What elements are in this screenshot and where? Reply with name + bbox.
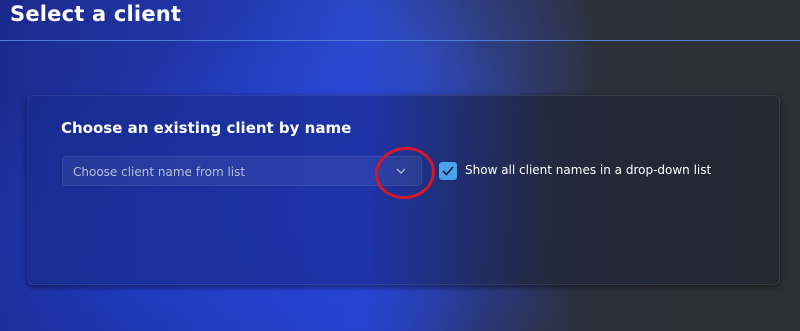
page-title: Select a client bbox=[10, 2, 182, 26]
checkmark-icon bbox=[442, 166, 454, 176]
title-divider bbox=[0, 40, 800, 41]
show-all-names-checkbox[interactable] bbox=[439, 162, 457, 180]
checkbox-label[interactable]: Show all client names in a drop-down lis… bbox=[465, 163, 711, 177]
combobox-placeholder: Choose client name from list bbox=[73, 165, 246, 179]
annotation-circle bbox=[371, 143, 439, 203]
client-selection-card: Choose an existing client by name Choose… bbox=[27, 95, 780, 285]
card-heading: Choose an existing client by name bbox=[61, 119, 352, 137]
client-name-combobox[interactable]: Choose client name from list bbox=[62, 156, 422, 186]
